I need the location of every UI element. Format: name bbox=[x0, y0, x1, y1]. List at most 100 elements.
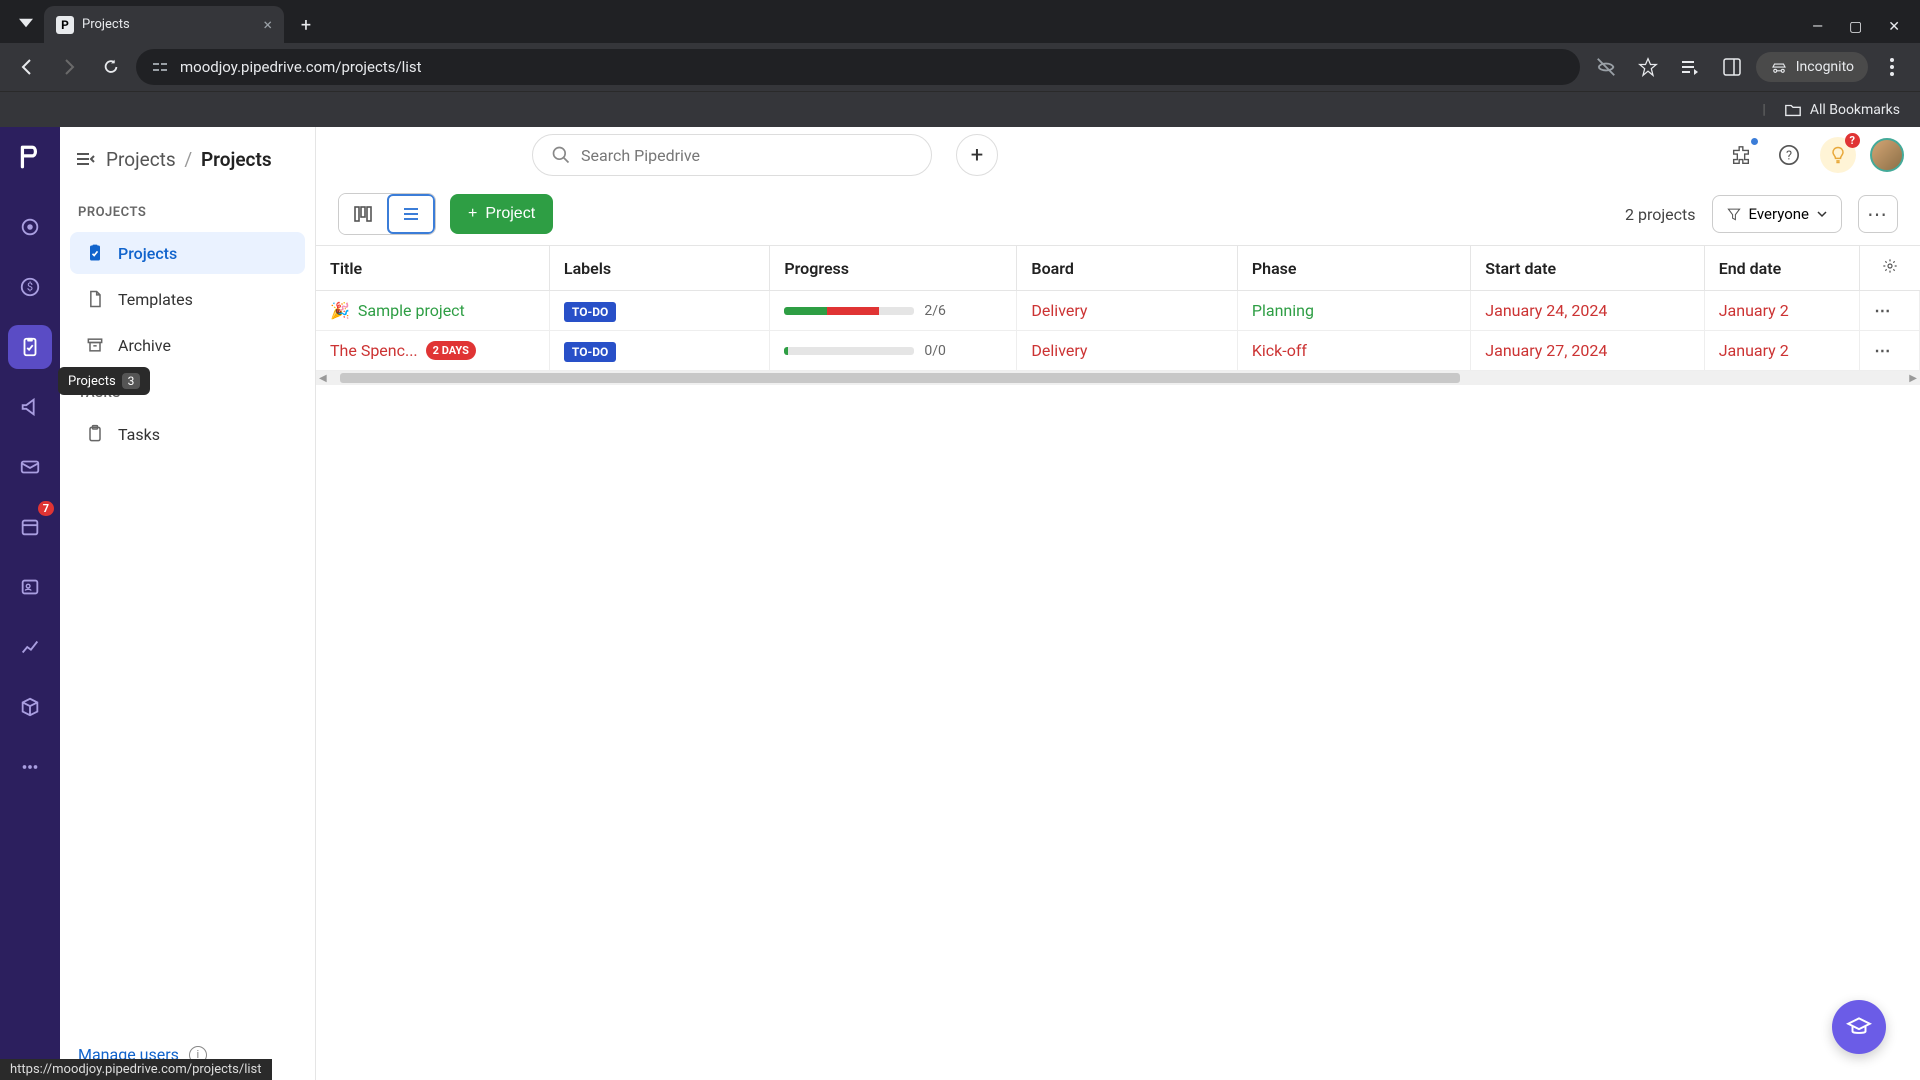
board-link[interactable]: Delivery bbox=[1031, 301, 1087, 320]
rail-item-activities[interactable]: 7 bbox=[8, 505, 52, 549]
document-icon bbox=[84, 288, 106, 310]
col-end[interactable]: End date bbox=[1704, 246, 1860, 291]
sidebar-item-archive[interactable]: Archive bbox=[70, 324, 305, 366]
rail-item-mail[interactable] bbox=[8, 445, 52, 489]
minimize-icon[interactable]: — bbox=[1812, 19, 1823, 35]
close-window-icon[interactable]: ✕ bbox=[1888, 19, 1900, 35]
start-date: January 27, 2024 bbox=[1485, 341, 1607, 360]
table-row[interactable]: The Spenc... 2 DAYS TO-DO 0/0 Delivery K… bbox=[316, 331, 1920, 371]
horizontal-scrollbar[interactable]: ◀ ▶ bbox=[316, 371, 1920, 385]
rail-tooltip: Projects 3 bbox=[58, 367, 150, 395]
progress-bar bbox=[784, 307, 914, 315]
col-board[interactable]: Board bbox=[1017, 246, 1237, 291]
board-view-button[interactable] bbox=[339, 194, 387, 234]
clipboard-outline-icon bbox=[84, 423, 106, 445]
end-date: January 2 bbox=[1719, 301, 1789, 320]
board-link[interactable]: Delivery bbox=[1031, 341, 1087, 360]
row-more-button[interactable]: ⋯ bbox=[1874, 301, 1891, 320]
back-button[interactable] bbox=[10, 50, 44, 84]
close-tab-icon[interactable]: × bbox=[263, 15, 272, 34]
rail-tooltip-badge: 3 bbox=[122, 373, 141, 389]
table-row[interactable]: 🎉 Sample project TO-DO 2/6 Delivery Plan… bbox=[316, 291, 1920, 331]
rail-item-contacts[interactable] bbox=[8, 565, 52, 609]
search-input[interactable]: Search Pipedrive bbox=[532, 134, 932, 176]
rail-item-deals[interactable]: $ bbox=[8, 265, 52, 309]
rail-item-projects[interactable] bbox=[8, 325, 52, 369]
avatar[interactable] bbox=[1870, 138, 1904, 172]
site-settings-icon[interactable] bbox=[152, 59, 168, 75]
sidebar-item-label: Templates bbox=[118, 290, 193, 309]
incognito-icon bbox=[1770, 58, 1788, 76]
row-more-button[interactable]: ⋯ bbox=[1874, 341, 1891, 360]
app-root: $ 7 Projects 3 bbox=[0, 127, 1920, 1080]
browser-toolbar: moodjoy.pipedrive.com/projects/list Inco… bbox=[0, 43, 1920, 91]
sidebar-item-tasks[interactable]: Tasks bbox=[70, 413, 305, 455]
sidebar-item-projects[interactable]: Projects bbox=[70, 232, 305, 274]
eye-off-icon[interactable] bbox=[1588, 49, 1624, 85]
maximize-icon[interactable]: ▢ bbox=[1849, 19, 1862, 35]
more-actions-button[interactable]: ⋯ bbox=[1858, 195, 1898, 233]
plus-icon: + bbox=[468, 205, 477, 223]
col-title[interactable]: Title bbox=[316, 246, 549, 291]
forward-button[interactable] bbox=[52, 50, 86, 84]
help-fab[interactable] bbox=[1832, 1000, 1886, 1054]
sidebar-section-projects-title: PROJECTS bbox=[60, 187, 315, 230]
playlist-icon[interactable] bbox=[1672, 49, 1708, 85]
breadcrumb-root[interactable]: Projects bbox=[106, 148, 176, 171]
rail-item-focus[interactable] bbox=[8, 205, 52, 249]
sidebar-collapse-button[interactable] bbox=[70, 144, 100, 174]
app-logo[interactable] bbox=[12, 139, 48, 175]
browser-chrome: P Projects × + — ▢ ✕ moodjoy.pipedrive.c… bbox=[0, 0, 1920, 127]
bookmarks-bar: | All Bookmarks bbox=[0, 91, 1920, 127]
owner-filter[interactable]: Everyone bbox=[1712, 195, 1842, 233]
col-settings[interactable] bbox=[1860, 246, 1920, 291]
kebab-menu-icon[interactable] bbox=[1874, 49, 1910, 85]
incognito-label: Incognito bbox=[1796, 59, 1854, 75]
new-project-button[interactable]: + Project bbox=[450, 194, 553, 234]
col-start[interactable]: Start date bbox=[1471, 246, 1704, 291]
help-icon[interactable]: ? bbox=[1772, 138, 1806, 172]
rail-item-products[interactable] bbox=[8, 685, 52, 729]
sidebar-item-label: Projects bbox=[118, 244, 177, 263]
project-emoji: 🎉 bbox=[330, 301, 350, 320]
phase-value: Planning bbox=[1252, 301, 1314, 320]
archive-icon bbox=[84, 334, 106, 356]
list-view-button[interactable] bbox=[387, 194, 435, 234]
clipboard-icon bbox=[84, 242, 106, 264]
project-title-link[interactable]: The Spenc... bbox=[330, 341, 418, 360]
sidebar-item-label: Tasks bbox=[118, 425, 160, 444]
progress-bar bbox=[784, 347, 914, 355]
tips-icon[interactable]: ? bbox=[1820, 137, 1856, 173]
extensions-icon[interactable] bbox=[1724, 138, 1758, 172]
browser-tab[interactable]: P Projects × bbox=[44, 6, 284, 43]
progress-text: 2/6 bbox=[924, 303, 946, 319]
rail-item-campaigns[interactable] bbox=[8, 385, 52, 429]
col-progress[interactable]: Progress bbox=[770, 246, 1017, 291]
chevron-down-icon bbox=[1817, 209, 1827, 219]
phase-value: Kick-off bbox=[1252, 341, 1307, 360]
rail-badge-activities: 7 bbox=[38, 501, 54, 516]
incognito-badge[interactable]: Incognito bbox=[1756, 52, 1868, 82]
address-bar[interactable]: moodjoy.pipedrive.com/projects/list bbox=[136, 49, 1580, 85]
url-text: moodjoy.pipedrive.com/projects/list bbox=[180, 58, 422, 76]
svg-text:?: ? bbox=[1786, 149, 1792, 164]
new-tab-button[interactable]: + bbox=[292, 11, 320, 39]
project-title-link[interactable]: Sample project bbox=[358, 301, 465, 320]
filter-label: Everyone bbox=[1749, 205, 1809, 223]
col-phase[interactable]: Phase bbox=[1237, 246, 1470, 291]
reload-button[interactable] bbox=[94, 50, 128, 84]
view-toggle bbox=[338, 193, 436, 235]
quick-add-button[interactable]: + bbox=[956, 134, 998, 176]
start-date: January 24, 2024 bbox=[1485, 301, 1607, 320]
sidebar-item-templates[interactable]: Templates bbox=[70, 278, 305, 320]
col-labels[interactable]: Labels bbox=[549, 246, 769, 291]
rail-item-more[interactable] bbox=[8, 745, 52, 789]
panel-icon[interactable] bbox=[1714, 49, 1750, 85]
rail-item-insights[interactable] bbox=[8, 625, 52, 669]
bookmark-star-icon[interactable] bbox=[1630, 49, 1666, 85]
all-bookmarks-button[interactable]: All Bookmarks bbox=[1784, 101, 1900, 119]
sidebar: Projects / Projects PROJECTS Projects Te… bbox=[60, 127, 316, 1080]
tab-search-dropdown[interactable] bbox=[12, 9, 40, 37]
window-controls: — ▢ ✕ bbox=[1812, 19, 1920, 35]
tab-title: Projects bbox=[82, 17, 130, 32]
